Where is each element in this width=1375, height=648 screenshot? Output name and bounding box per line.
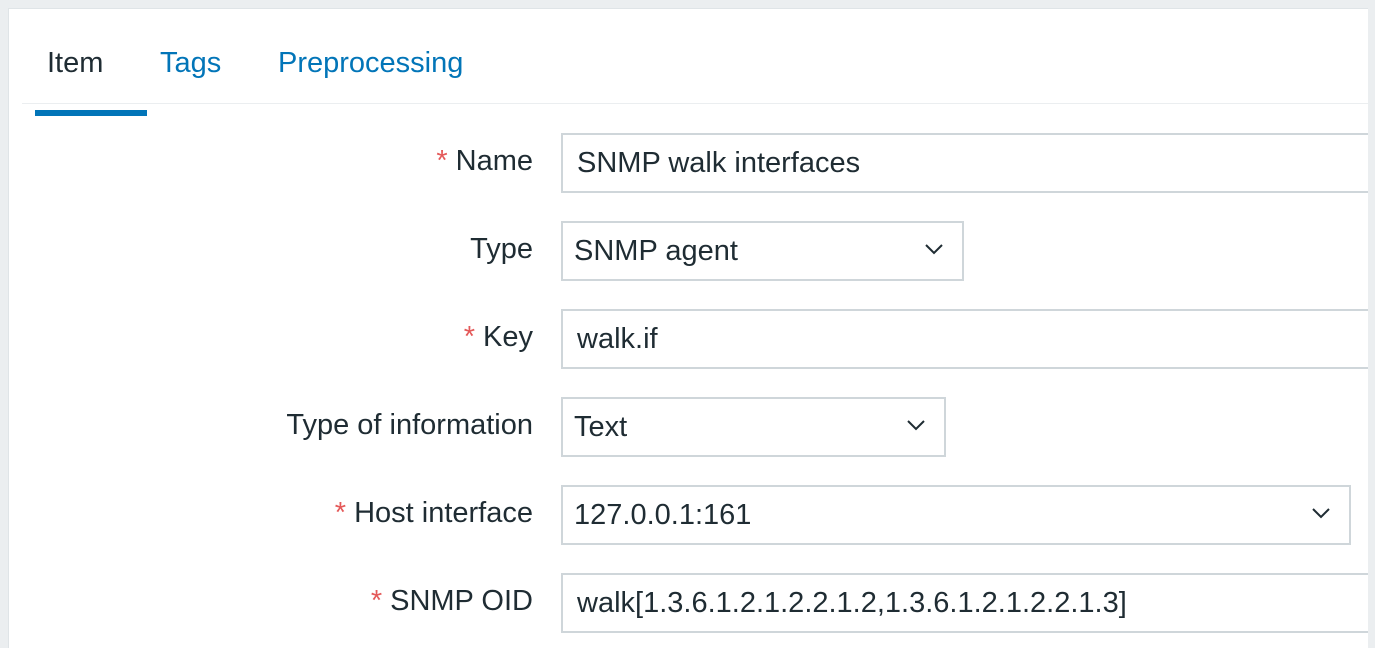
active-tab-indicator bbox=[35, 110, 147, 116]
key-label: * Key bbox=[463, 321, 533, 353]
chevron-down-icon bbox=[922, 237, 946, 261]
chevron-down-icon bbox=[904, 413, 928, 437]
type-selected-value: SNMP agent bbox=[574, 235, 738, 267]
tab-preprocessing[interactable]: Preprocessing bbox=[278, 45, 463, 81]
type-of-information-selected-value: Text bbox=[574, 411, 628, 443]
required-marker: * bbox=[370, 585, 383, 617]
name-input[interactable]: SNMP walk interfaces bbox=[561, 133, 1368, 193]
snmp-oid-input[interactable]: walk[1.3.6.1.2.1.2.2.1.2,1.3.6.1.2.1.2.2… bbox=[561, 573, 1368, 633]
chevron-down-icon bbox=[1309, 501, 1333, 525]
name-label: * Name bbox=[436, 145, 533, 177]
host-interface-selected-value: 127.0.0.1:161 bbox=[574, 499, 752, 531]
host-interface-label: * Host interface bbox=[334, 497, 533, 529]
tab-item[interactable]: Item bbox=[47, 45, 103, 81]
type-label: Type bbox=[470, 233, 533, 265]
tab-tags[interactable]: Tags bbox=[160, 45, 221, 81]
item-form-panel: Item Tags Preprocessing * Name SNMP walk … bbox=[8, 8, 1368, 648]
snmp-oid-label: * SNMP OID bbox=[370, 585, 533, 617]
key-input[interactable]: walk.if bbox=[561, 309, 1368, 369]
type-of-information-label: Type of information bbox=[286, 409, 533, 441]
tab-bar: Item Tags Preprocessing bbox=[22, 23, 1368, 116]
host-interface-select[interactable]: 127.0.0.1:161 bbox=[561, 485, 1351, 545]
required-marker: * bbox=[436, 145, 448, 177]
required-marker: * bbox=[463, 321, 476, 353]
required-marker: * bbox=[334, 497, 347, 529]
type-of-information-select[interactable]: Text bbox=[561, 397, 946, 457]
type-select[interactable]: SNMP agent bbox=[561, 221, 964, 281]
